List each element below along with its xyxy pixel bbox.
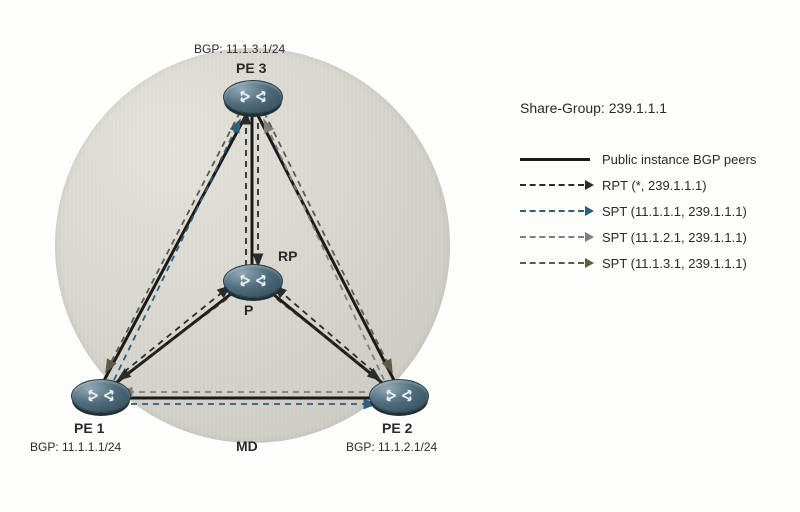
legend-swatch-dashed <box>520 254 594 272</box>
legend-label: SPT (11.1.2.1, 239.1.1.1) <box>602 230 747 245</box>
legend-swatch-solid <box>520 150 594 168</box>
rp-role-label: RP <box>278 248 297 264</box>
diagram-canvas: BGP: 11.1.3.1/24 PE 3 RP P PE 1 BGP: 11.… <box>0 0 800 512</box>
router-pe3 <box>223 80 283 114</box>
pe1-name-label: PE 1 <box>74 420 104 436</box>
legend: Share-Group: 239.1.1.1 Public instance B… <box>520 100 790 276</box>
router-arrows-icon <box>84 385 118 407</box>
legend-label: Public instance BGP peers <box>602 152 756 167</box>
legend-swatch-dashed <box>520 176 594 194</box>
p-name-label: P <box>244 302 253 318</box>
router-arrows-icon <box>236 270 270 292</box>
legend-title: Share-Group: 239.1.1.1 <box>520 100 790 116</box>
legend-row-spt3: SPT (11.1.3.1, 239.1.1.1) <box>520 250 790 276</box>
router-pe1 <box>71 379 131 413</box>
legend-label: SPT (11.1.1.1, 239.1.1.1) <box>602 204 747 219</box>
pe3-bgp-label: BGP: 11.1.3.1/24 <box>194 42 285 56</box>
router-p-rp <box>223 264 283 298</box>
pe2-bgp-label: BGP: 11.1.2.1/24 <box>346 440 437 454</box>
router-pe2 <box>369 379 429 413</box>
legend-row-bgp: Public instance BGP peers <box>520 146 790 172</box>
router-arrows-icon <box>236 86 270 108</box>
legend-swatch-dashed <box>520 202 594 220</box>
pe1-bgp-label: BGP: 11.1.1.1/24 <box>30 440 121 454</box>
legend-label: SPT (11.1.3.1, 239.1.1.1) <box>602 256 747 271</box>
pe3-name-label: PE 3 <box>236 60 266 76</box>
legend-row-spt2: SPT (11.1.2.1, 239.1.1.1) <box>520 224 790 250</box>
legend-row-spt1: SPT (11.1.1.1, 239.1.1.1) <box>520 198 790 224</box>
legend-row-rpt: RPT (*, 239.1.1.1) <box>520 172 790 198</box>
legend-swatch-dashed <box>520 228 594 246</box>
legend-label: RPT (*, 239.1.1.1) <box>602 178 707 193</box>
pe2-name-label: PE 2 <box>382 420 412 436</box>
md-domain-label: MD <box>236 438 258 454</box>
router-arrows-icon <box>382 385 416 407</box>
